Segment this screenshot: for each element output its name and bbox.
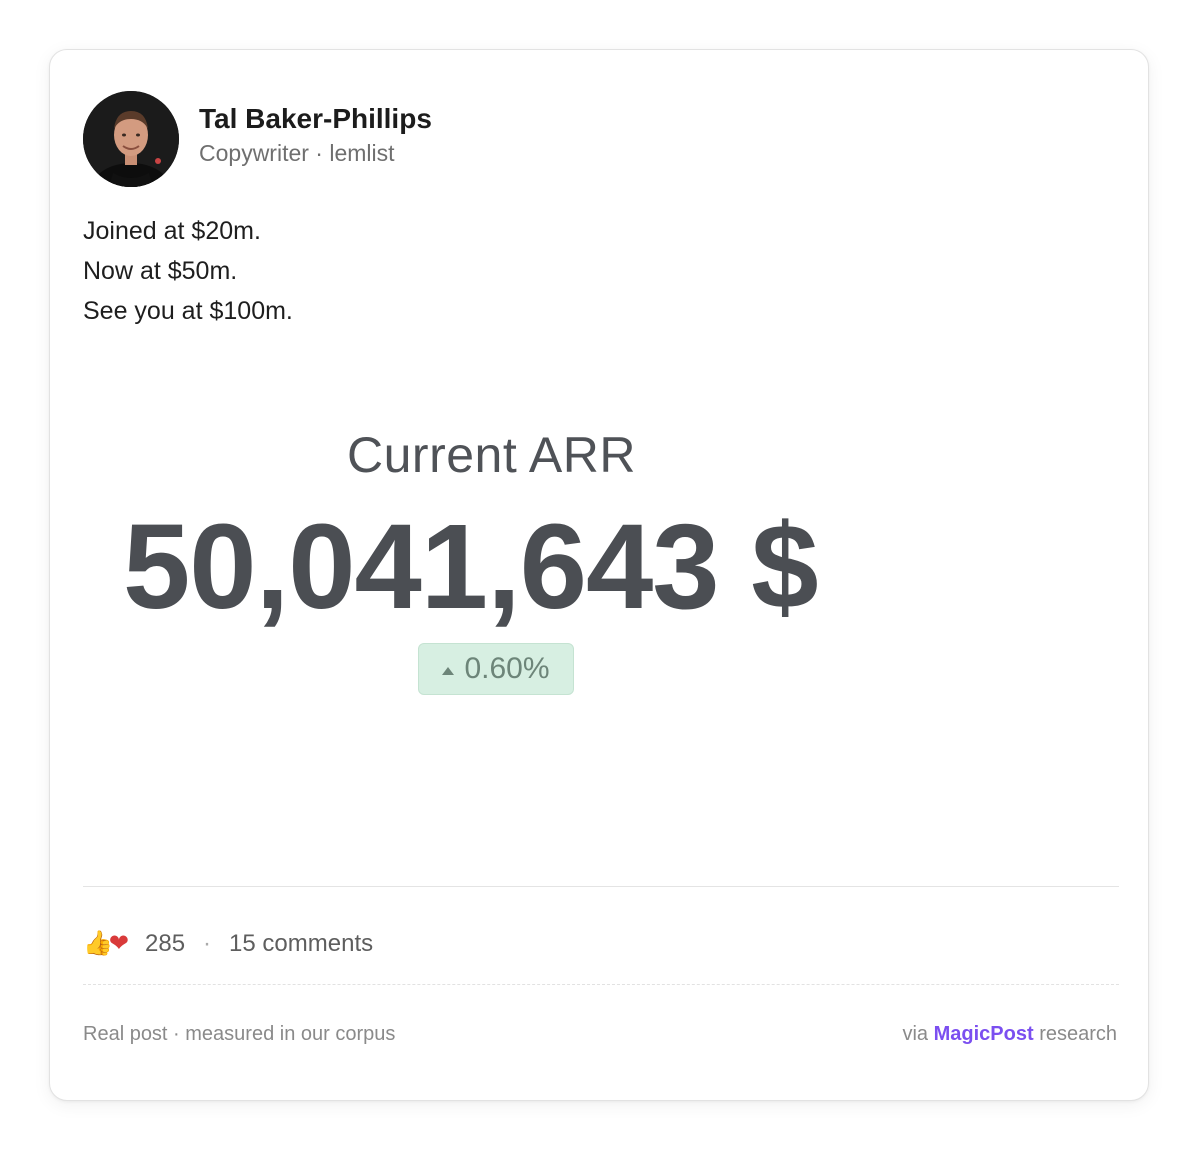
post-text: Joined at $20m. Now at $50m. See you at … (83, 211, 293, 331)
footer-note: Real post · measured in our corpus (83, 1023, 396, 1045)
delta-badge: 0.60% (418, 643, 574, 695)
author-info: Tal Baker-Phillips Copywriter · lemlist (199, 102, 432, 168)
reaction-icons[interactable]: 👍 ❤ (83, 932, 129, 956)
footer-suffix: research (1039, 1023, 1117, 1045)
separator: · (203, 930, 212, 957)
post-line: Now at $50m. (83, 257, 238, 285)
author-meta: Copywriter · lemlist (199, 140, 395, 166)
engagement-bar: 👍 ❤ 285 · 15 comments (83, 926, 373, 962)
reactions-count[interactable]: 285 (145, 930, 185, 958)
avatar[interactable] (83, 91, 179, 187)
brand-link[interactable]: MagicPost (934, 1023, 1034, 1045)
heart-icon: ❤ (108, 930, 129, 957)
divider-dashed (83, 984, 1119, 985)
author-name[interactable]: Tal Baker-Phillips (199, 102, 432, 136)
post-header: Tal Baker-Phillips Copywriter · lemlist (83, 91, 432, 187)
comments-link[interactable]: 15 comments (229, 930, 373, 958)
post-line: Joined at $20m. (83, 217, 261, 245)
footer-attribution: via MagicPost research (902, 1023, 1117, 1046)
post-line: See you at $100m. (83, 297, 293, 325)
post-card: Tal Baker-Phillips Copywriter · lemlist … (49, 49, 1149, 1101)
arr-label: Current ARR (347, 427, 636, 483)
arr-value: 50,041,643 $ (123, 498, 819, 634)
up-arrow-icon (442, 667, 455, 675)
avatar-photo (83, 91, 179, 187)
post-image[interactable]: Current ARR 50,041,643 $ 0.60% (83, 350, 1119, 860)
divider (83, 886, 1119, 887)
footer-via: via (902, 1023, 929, 1045)
delta-value: 0.60% (464, 652, 550, 685)
